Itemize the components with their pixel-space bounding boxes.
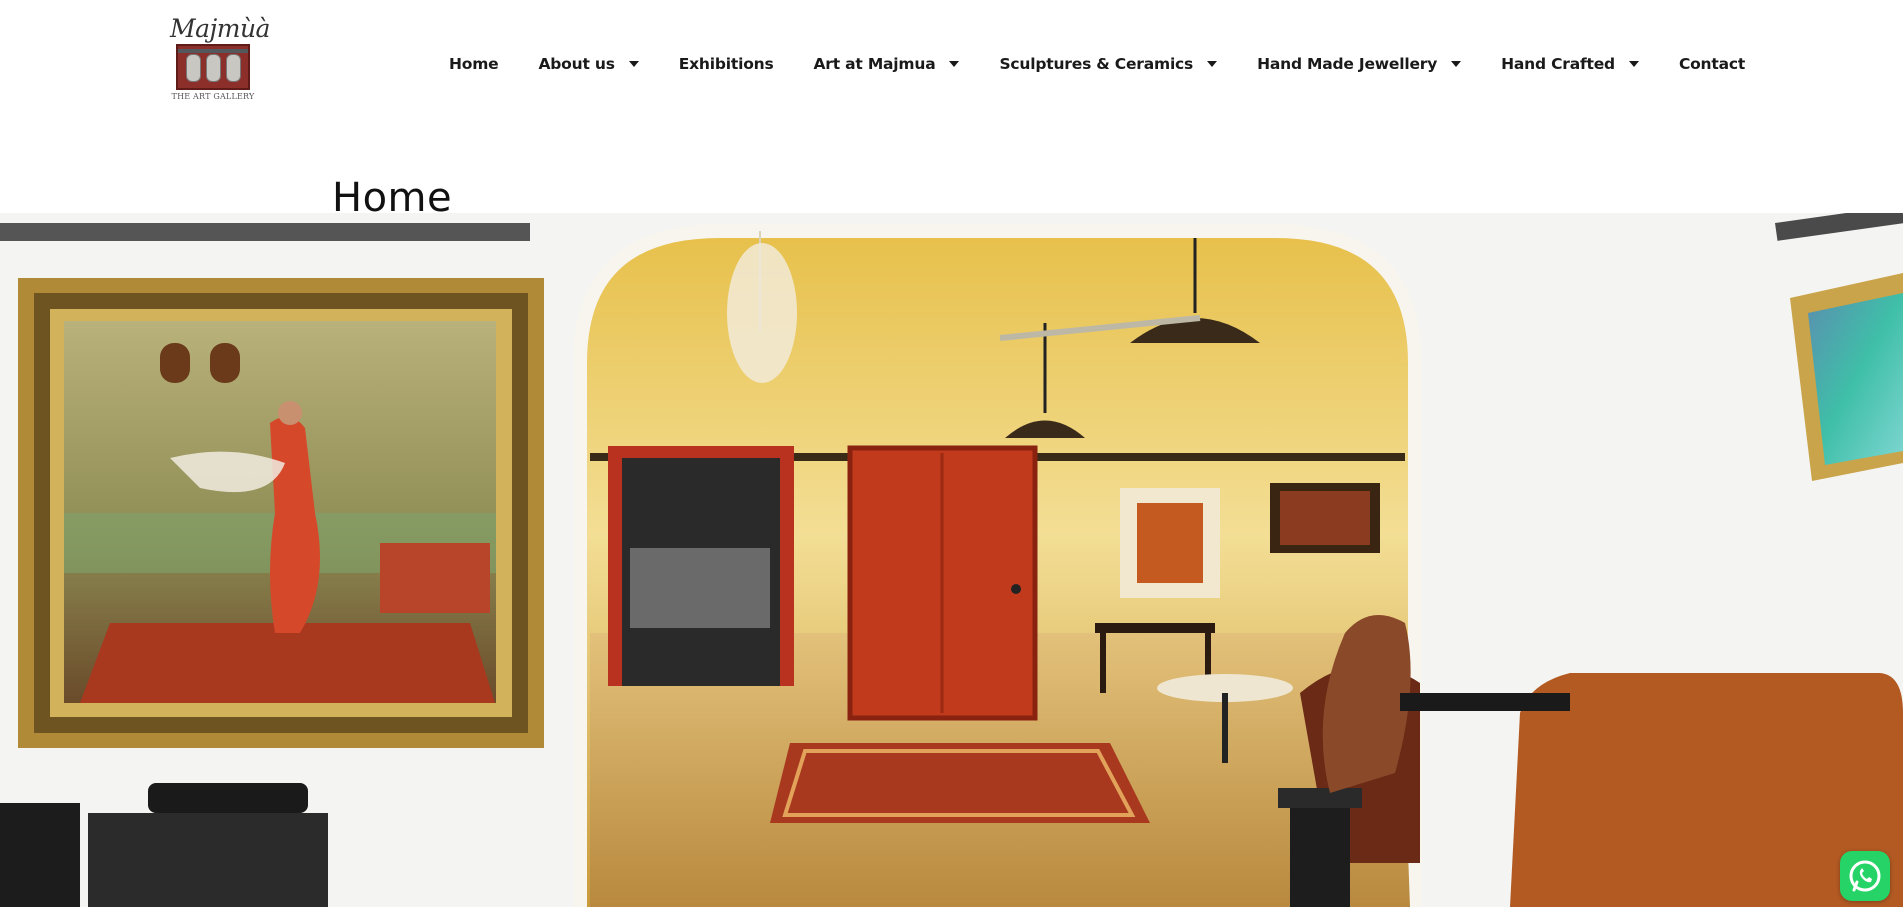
logo-emblem [176, 44, 250, 90]
caret-down-icon[interactable] [1451, 61, 1462, 67]
nav-item-label: Hand Made Jewellery [1257, 55, 1438, 73]
caret-down-icon[interactable] [1207, 61, 1218, 67]
nav-item-sculptures-ceramics[interactable]: Sculptures & Ceramics [999, 55, 1218, 73]
nav-item-label: Exhibitions [678, 55, 774, 73]
nav-item-hand-crafted[interactable]: Hand Crafted [1501, 55, 1639, 73]
nav-item-hand-made-jewellery[interactable]: Hand Made Jewellery [1257, 55, 1462, 73]
logo-wordmark: Majmùà [170, 14, 270, 43]
site-header: Majmùà THE ART GALLERY Home About us Exh… [0, 0, 1903, 130]
nav-item-label: Hand Crafted [1501, 55, 1615, 73]
nav-item-label: Art at Majmua [813, 55, 936, 73]
hero-image [0, 213, 1903, 907]
nav-item-label: Sculptures & Ceramics [999, 55, 1194, 73]
nav-item-contact[interactable]: Contact [1679, 55, 1745, 73]
caret-down-icon[interactable] [949, 61, 960, 67]
nav-item-label: Home [449, 55, 499, 73]
main-navigation: Home About us Exhibitions Art at Majmua … [449, 51, 1745, 77]
whatsapp-chat-button[interactable] [1840, 851, 1890, 901]
nav-item-exhibitions[interactable]: Exhibitions [679, 55, 774, 73]
caret-down-icon[interactable] [1628, 61, 1639, 67]
site-logo[interactable]: Majmùà THE ART GALLERY [170, 14, 270, 112]
logo-tagline: THE ART GALLERY [171, 92, 255, 101]
nav-item-home[interactable]: Home [449, 55, 499, 73]
nav-item-about-us[interactable]: About us [538, 55, 639, 73]
nav-item-art-at-majmua[interactable]: Art at Majmua [814, 55, 960, 73]
nav-item-label: About us [538, 55, 615, 73]
caret-down-icon[interactable] [628, 61, 639, 67]
whatsapp-icon [1849, 860, 1881, 892]
nav-item-label: Contact [1678, 55, 1746, 73]
